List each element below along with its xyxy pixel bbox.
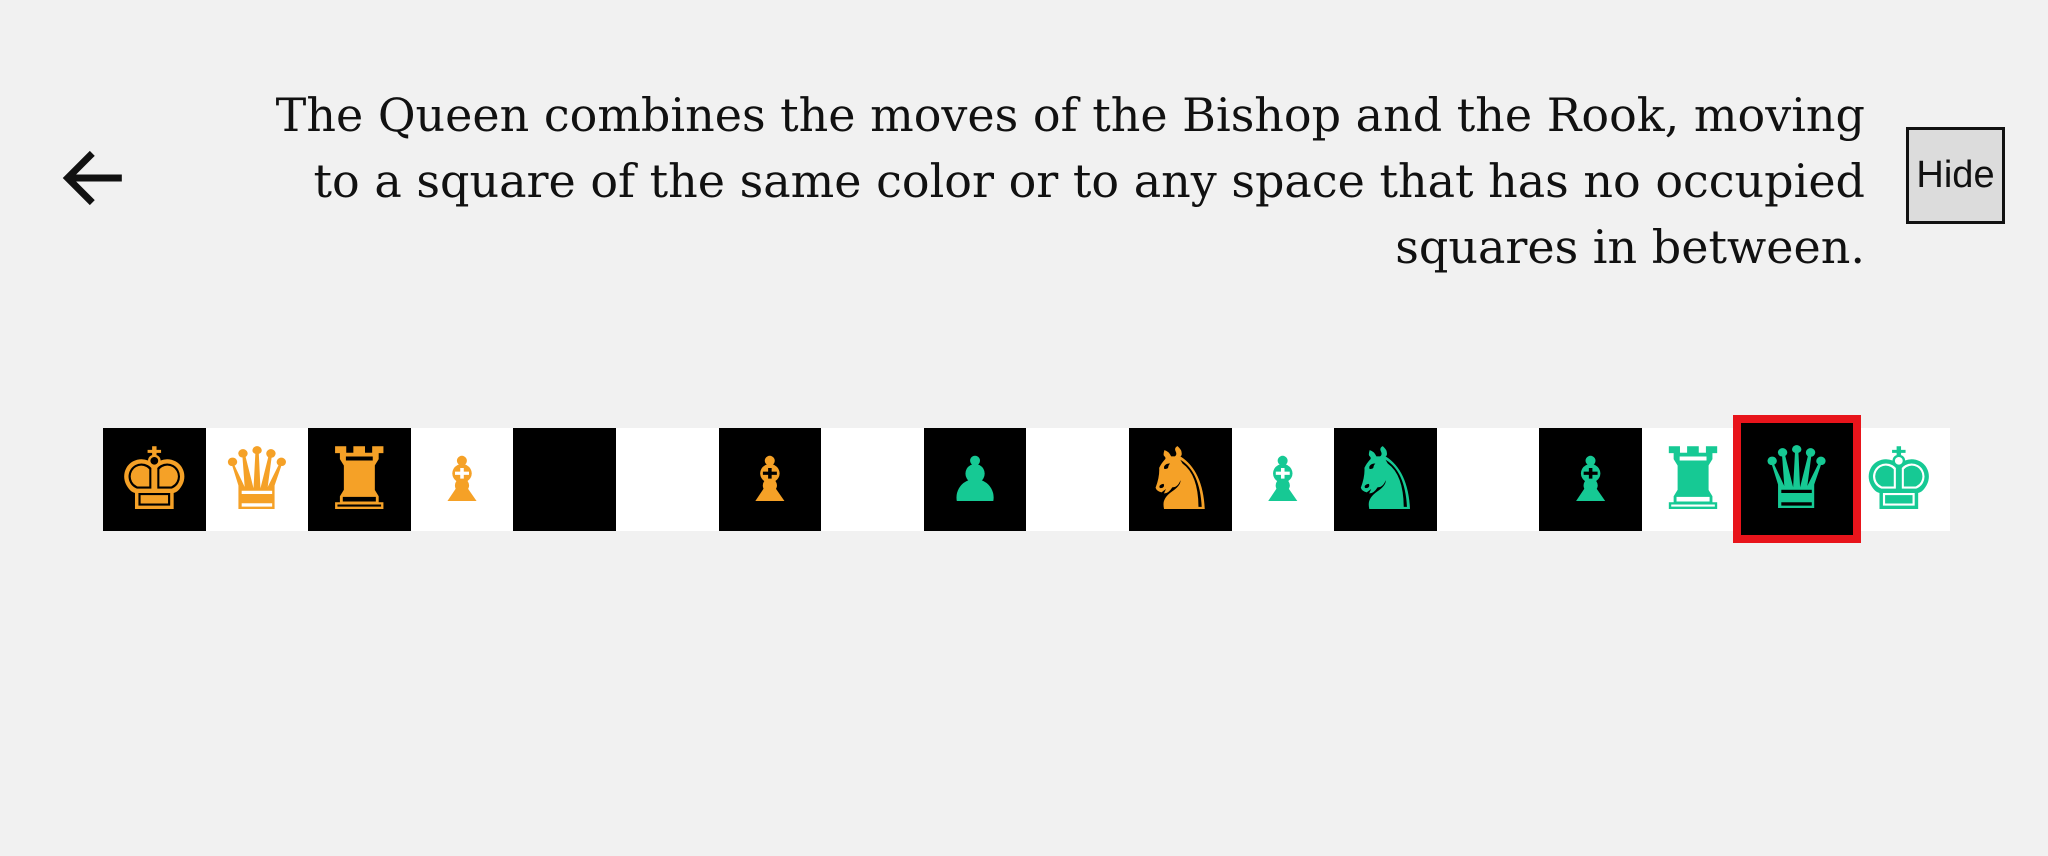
board-square[interactable]: ♜ [308, 428, 411, 531]
back-button[interactable] [50, 135, 135, 220]
green-knight-icon: ♞ [1346, 429, 1424, 530]
board-square[interactable] [1436, 428, 1540, 531]
board-square[interactable]: ♝ [1231, 428, 1335, 531]
orange-queen-icon: ♛ [218, 429, 296, 530]
board-square[interactable]: ♞ [1334, 428, 1437, 531]
board-square[interactable] [821, 428, 924, 531]
green-bishop-icon: ♝ [1255, 442, 1311, 516]
board-square[interactable] [1026, 428, 1129, 531]
board-square[interactable]: ♟ [923, 428, 1027, 531]
board-square[interactable]: ♝ [1539, 428, 1642, 531]
board-square[interactable] [615, 428, 719, 531]
hide-button[interactable]: Hide [1906, 127, 2005, 224]
green-bishop-icon: ♝ [1562, 442, 1619, 516]
arrow-left-icon [62, 150, 122, 205]
piece-description: The Queen combines the moves of the Bish… [275, 88, 1865, 274]
orange-king-icon: ♚ [115, 429, 193, 530]
green-king-icon: ♚ [1860, 429, 1938, 530]
board-row: ♚ ♛ ♜ ♝ ♝ ♟ ♞ ♝ ♞ ♝ ♜ ♛ ♚ [103, 415, 1951, 543]
orange-bishop-icon: ♝ [742, 442, 798, 516]
lesson-page: The Queen combines the moves of the Bish… [0, 0, 2048, 856]
board-square[interactable]: ♚ [103, 428, 206, 531]
green-queen-icon: ♛ [1757, 429, 1836, 529]
green-rook-icon: ♜ [1654, 429, 1732, 530]
orange-bishop-icon: ♝ [434, 442, 490, 516]
orange-rook-icon: ♜ [320, 429, 399, 530]
board-square[interactable]: ♝ [410, 428, 514, 531]
board-square[interactable]: ♞ [1128, 428, 1232, 531]
board-square[interactable]: ♚ [1847, 428, 1951, 531]
board-square[interactable]: ♛ [205, 428, 309, 531]
board-square-selected[interactable]: ♛ [1732, 415, 1861, 543]
board-square[interactable] [513, 428, 616, 531]
green-pawn-icon: ♟ [947, 442, 1003, 516]
orange-knight-icon: ♞ [1141, 429, 1219, 530]
board-square[interactable]: ♜ [1641, 428, 1745, 531]
board-square[interactable]: ♝ [718, 428, 822, 531]
